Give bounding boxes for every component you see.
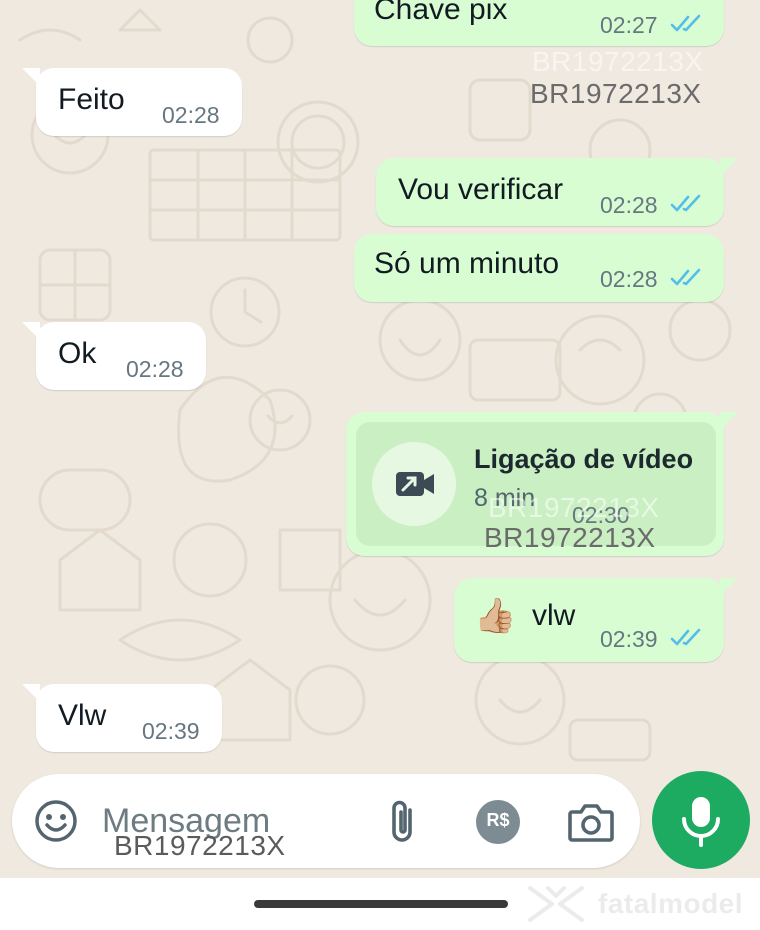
brand-logo-icon <box>528 886 584 922</box>
camera-icon[interactable] <box>566 800 616 844</box>
thumbs-up-icon: 👍🏼 <box>474 597 517 635</box>
message-bubble-incoming[interactable]: Vlw 02:39 <box>22 684 222 752</box>
emoji-icon[interactable] <box>32 797 80 845</box>
message-bubble-outgoing[interactable]: Vou verificar 02:28 <box>376 158 738 226</box>
message-bubble-outgoing[interactable]: Chave pix 02:27 <box>354 0 724 46</box>
message-input-bar[interactable]: Mensagem R$ <box>12 774 640 868</box>
watermark-text: BR1972213X <box>488 492 660 523</box>
payment-icon[interactable]: R$ <box>476 800 520 844</box>
message-time: 02:28 <box>600 192 658 218</box>
brand-name: fatalmodel <box>598 888 744 919</box>
attach-icon[interactable] <box>384 796 424 848</box>
mic-icon <box>682 797 720 847</box>
payment-icon-label: R$ <box>486 810 510 830</box>
message-time: 02:39 <box>600 626 658 652</box>
system-navigation-bar: fatalmodel <box>0 878 760 930</box>
watermark-text: BR1972213X <box>530 78 702 109</box>
message-text: Feito <box>58 83 125 116</box>
read-ticks-icon <box>670 628 701 646</box>
message-text: Chave pix <box>374 0 508 26</box>
chat-background: Chave pix 02:27 BR1972213X BR1972213X Fe… <box>0 0 760 878</box>
message-text: Ok <box>58 337 97 370</box>
message-time: 02:28 <box>126 356 184 382</box>
watermark-text: BR1972213X <box>532 46 704 77</box>
message-text: Vlw <box>58 699 107 732</box>
watermark-text: BR1972213X <box>114 830 286 861</box>
read-ticks-icon <box>670 268 701 286</box>
message-time: 02:28 <box>162 102 220 128</box>
mic-button[interactable] <box>652 771 750 869</box>
message-bubble-incoming[interactable]: Feito 02:28 <box>22 68 242 136</box>
message-time: 02:28 <box>600 266 658 292</box>
video-call-icon-circle <box>372 442 456 526</box>
read-ticks-icon <box>670 194 701 212</box>
message-text: Vou verificar <box>398 173 564 206</box>
message-time: 02:27 <box>600 12 658 38</box>
message-bubble-outgoing[interactable]: 👍🏼 vlw 02:39 <box>454 578 738 662</box>
message-time: 02:39 <box>142 718 200 744</box>
message-bubble-outgoing[interactable]: Só um minuto 02:28 <box>354 234 724 302</box>
message-text: Só um minuto <box>374 247 560 280</box>
video-call-icon <box>396 472 434 496</box>
home-indicator[interactable] <box>254 900 508 908</box>
brand-watermark: fatalmodel <box>524 882 754 926</box>
read-ticks-icon <box>670 14 701 32</box>
video-call-title: Ligação de vídeo <box>474 444 694 474</box>
message-bubble-incoming[interactable]: Ok 02:28 <box>22 322 206 390</box>
message-text: vlw <box>532 599 576 632</box>
watermark-text: BR1972213X <box>484 522 656 553</box>
